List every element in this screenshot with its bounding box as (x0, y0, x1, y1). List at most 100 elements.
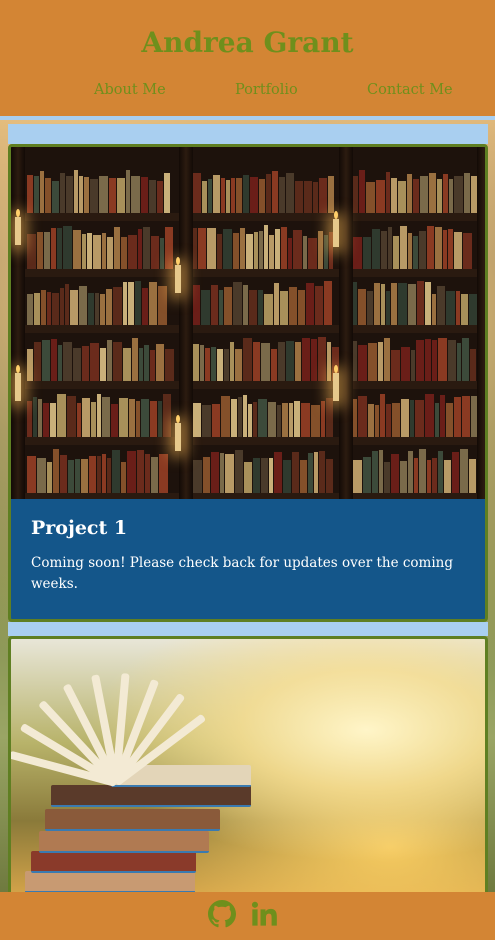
book-spine (318, 337, 326, 381)
book-spine (384, 337, 390, 381)
book-row (353, 393, 481, 437)
book-spine (90, 178, 98, 213)
book-spine (408, 284, 416, 325)
book-spine (87, 233, 92, 269)
book-spine (414, 457, 418, 493)
nav-about-me[interactable]: About Me (94, 82, 166, 98)
book-spine (292, 451, 299, 493)
book-spine (102, 396, 110, 437)
book-spine (379, 450, 383, 493)
book-spine (353, 282, 357, 325)
book-spine (470, 349, 476, 381)
shelf-board (21, 269, 181, 277)
book-spine (326, 458, 333, 493)
book-spine (151, 457, 158, 493)
book-spine (128, 234, 137, 269)
book-spine (440, 394, 445, 437)
site-title: Andrea Grant (141, 26, 354, 59)
shelf-board (21, 213, 181, 221)
book-spine (193, 227, 197, 269)
book-spine (27, 233, 36, 269)
shelf-post (339, 147, 353, 499)
book-spine (464, 172, 470, 213)
book-spine (99, 176, 108, 213)
linkedin-icon[interactable] (250, 900, 278, 932)
book-spine (149, 180, 156, 213)
shelf-board (347, 437, 485, 445)
book-spine (271, 349, 277, 381)
book-spine (463, 232, 472, 269)
book-row (193, 337, 341, 381)
book-spine (57, 228, 62, 269)
book-spine (272, 170, 278, 213)
book-row (353, 449, 481, 493)
book-spine (393, 235, 399, 269)
book-spine (308, 452, 313, 493)
book-spine (381, 284, 385, 325)
book-spine (165, 348, 174, 381)
book-spine (363, 237, 371, 269)
book-row (27, 169, 175, 213)
book-spine (43, 403, 49, 437)
shelf-board (347, 381, 485, 389)
book-spine (150, 349, 155, 381)
shelf-board (347, 493, 485, 499)
book-spine (358, 289, 366, 325)
book-spine (289, 403, 293, 437)
book-spine (324, 281, 332, 325)
book-row (193, 225, 341, 269)
book-spine (45, 178, 51, 213)
project-card[interactable]: Project 1 Coming soon! Please check back… (8, 144, 488, 622)
book-spine (129, 398, 135, 437)
book-spine (281, 227, 287, 269)
book-spine (283, 460, 291, 493)
nav-portfolio[interactable]: Portfolio (235, 82, 298, 98)
book-spine (243, 285, 248, 325)
book-spine (295, 180, 303, 213)
book-spine (226, 180, 230, 213)
book-spine (319, 177, 327, 213)
book-spine (107, 237, 113, 269)
book-spine (231, 399, 237, 437)
book-row (27, 281, 175, 325)
shelf-board (347, 213, 485, 221)
nav-contact-me[interactable]: Contact Me (367, 82, 453, 98)
book-spine (454, 396, 461, 437)
book-row (193, 393, 341, 437)
book-spine (380, 393, 385, 437)
stacked-book (45, 809, 220, 831)
book-spine (37, 232, 43, 269)
shelf-board (187, 269, 347, 277)
book-spine (223, 229, 232, 269)
book-spine (238, 396, 242, 437)
book-spine (413, 236, 418, 269)
book-spine (51, 338, 57, 381)
book-spine (353, 398, 357, 437)
book-spine (132, 338, 138, 381)
book-row (193, 281, 341, 325)
github-icon[interactable] (208, 900, 236, 932)
book-spine (207, 227, 216, 269)
book-spine (437, 178, 442, 213)
book-spine (376, 179, 385, 213)
shelf-board (187, 437, 347, 445)
book-spine (112, 449, 120, 493)
book-spine (27, 349, 33, 381)
book-row (193, 449, 341, 493)
book-spine (93, 234, 101, 269)
book-spine (107, 340, 112, 381)
book-spine (131, 176, 140, 213)
project-card[interactable] (8, 636, 488, 906)
book-spine (269, 235, 274, 269)
book-spine (164, 173, 170, 213)
book-spine (113, 287, 122, 325)
book-spine (27, 293, 33, 325)
book-spine (367, 291, 373, 325)
shelf-board (187, 325, 347, 333)
book-spine (392, 402, 400, 437)
candle (15, 365, 21, 401)
book-spine (432, 458, 437, 493)
book-spine (446, 291, 455, 325)
book-spine (253, 402, 257, 437)
book-spine (63, 225, 72, 269)
